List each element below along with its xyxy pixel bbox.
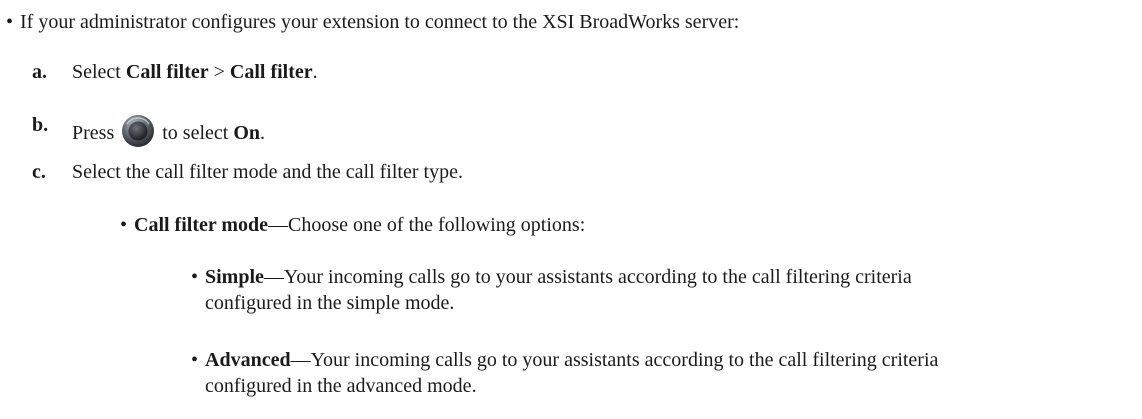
option-advanced-label: Advanced — [205, 349, 291, 371]
option-simple-text: —Your incoming calls go to your assistan… — [263, 266, 912, 288]
step-text: Press to select On. — [72, 114, 265, 148]
step-letter: a. — [32, 61, 47, 83]
option-advanced-text: —Your incoming calls go to your assistan… — [290, 349, 939, 371]
bullet: • — [6, 11, 14, 33]
menu-item-call-filter-sub: Call filter — [229, 61, 313, 83]
bullet: • — [191, 349, 199, 371]
step-letter: b. — [32, 114, 49, 136]
step-letter: c. — [32, 161, 46, 183]
menu-item-call-filter: Call filter — [125, 61, 209, 83]
option-on: On — [233, 122, 261, 144]
option-advanced-continuation: configured in the advanced mode. — [205, 375, 477, 397]
call-filter-mode-label: Call filter mode — [134, 214, 269, 236]
intro-text: If your administrator configures your ex… — [20, 11, 740, 33]
bullet: • — [120, 214, 128, 236]
intro-line: • If your administrator configures your e… — [6, 10, 739, 34]
option-simple-label: Simple — [205, 266, 264, 288]
navigation-cluster-icon — [121, 114, 155, 148]
call-filter-mode-item: • Call filter mode—Choose one of the foll… — [120, 213, 585, 237]
step-text: Select Call filter > Call filter. — [72, 61, 318, 83]
call-filter-mode-text: —Choose one of the following options: — [268, 214, 586, 236]
step-text: Select the call filter mode and the call… — [72, 161, 463, 183]
bullet: • — [191, 266, 199, 288]
option-simple-continuation: configured in the simple mode. — [205, 292, 455, 314]
